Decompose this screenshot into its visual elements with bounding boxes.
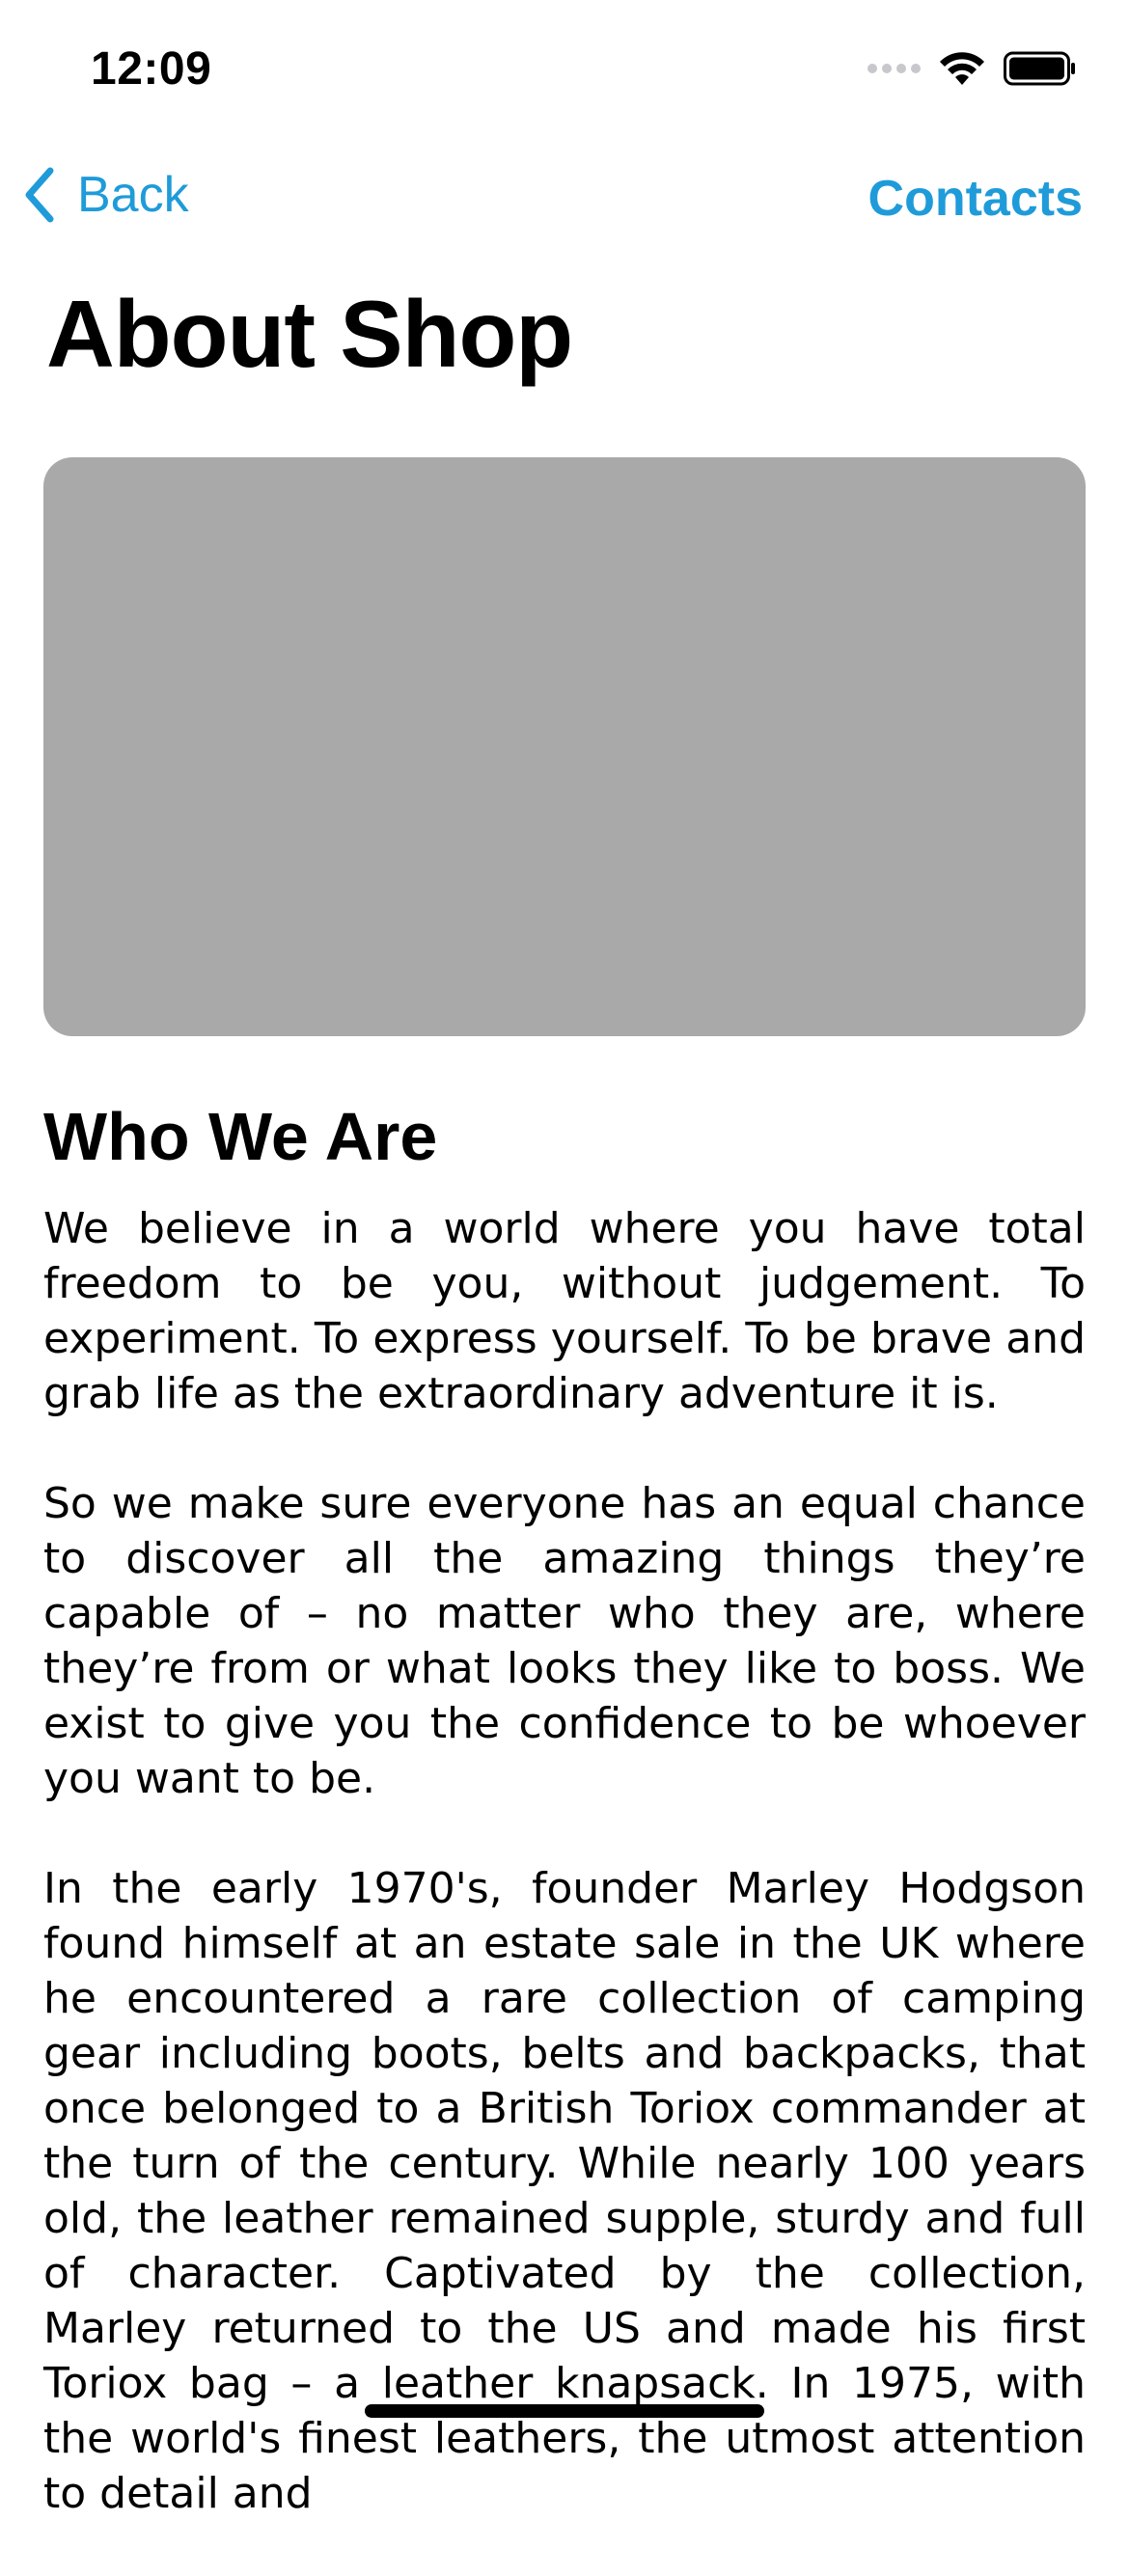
section-heading: Who We Are xyxy=(43,1099,438,1174)
about-text: We believe in a world where you have tot… xyxy=(43,1201,1086,2576)
status-bar: 12:09 xyxy=(0,0,1129,135)
paragraph: So we make sure everyone has an equal ch… xyxy=(43,1479,1086,1803)
back-button-label: Back xyxy=(77,167,189,223)
shop-image-placeholder xyxy=(43,457,1086,1036)
contacts-button[interactable]: Contacts xyxy=(868,170,1083,228)
paragraph: In the early 1970's, founder Marley Hodg… xyxy=(43,1864,1086,2518)
paragraph: We believe in a world where you have tot… xyxy=(43,1204,1086,1418)
status-time: 12:09 xyxy=(91,43,212,95)
back-button[interactable]: Back xyxy=(23,166,189,224)
status-icons xyxy=(867,50,1077,87)
chevron-left-icon xyxy=(25,167,54,223)
wifi-icon xyxy=(940,52,984,85)
page-title: About Shop xyxy=(46,281,573,387)
home-indicator[interactable] xyxy=(365,2404,764,2418)
battery-icon xyxy=(1004,51,1075,86)
cellular-signal-icon xyxy=(867,64,921,73)
navigation-bar: Back Contacts xyxy=(0,145,1129,251)
